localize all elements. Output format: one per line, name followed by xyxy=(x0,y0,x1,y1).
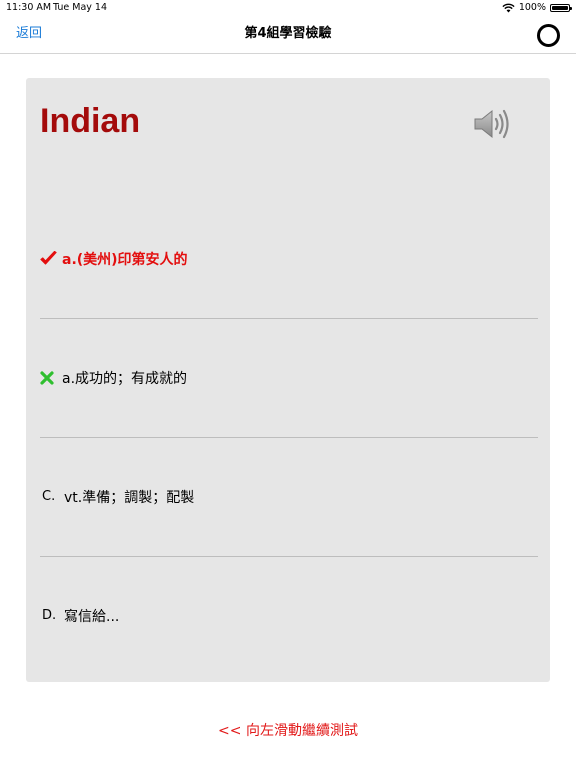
status-right: 100% xyxy=(502,0,572,16)
option-text: 寫信給... xyxy=(64,608,120,625)
navigation-bar: 返回 第4組學習檢驗 xyxy=(0,16,576,54)
option-d[interactable]: D. 寫信給... xyxy=(40,556,538,675)
wifi-icon xyxy=(502,3,515,13)
page-title: 第4組學習檢驗 xyxy=(244,26,332,41)
quiz-word: Indian xyxy=(40,102,141,140)
option-b-wrong[interactable]: a.成功的；有成就的 xyxy=(40,318,538,438)
option-text: vt.準備；調製；配製 xyxy=(64,489,195,506)
checkmark-icon xyxy=(40,251,62,266)
status-bar: 11:30 AM Tue May 14 100% xyxy=(0,0,576,16)
option-letter: C. xyxy=(42,489,56,504)
swipe-hint[interactable]: << 向左滑動繼續測試 xyxy=(0,720,576,740)
cross-icon xyxy=(40,370,62,385)
battery-percent: 100% xyxy=(518,2,546,13)
option-letter: D. xyxy=(42,608,57,623)
option-text: a.成功的；有成就的 xyxy=(62,370,188,387)
option-a-correct[interactable]: a.(美州)印第安人的 xyxy=(40,199,538,319)
option-c[interactable]: C. vt.準備；調製；配製 xyxy=(40,437,538,557)
speaker-icon[interactable] xyxy=(473,108,513,140)
battery-icon xyxy=(550,4,572,12)
quiz-card: Indian a.(美州)印第安人的 a.成功的；有成就的 C. vt.準備；調… xyxy=(26,78,550,682)
battery-fill xyxy=(552,6,568,10)
circle-icon[interactable] xyxy=(537,24,560,47)
status-date: Tue May 14 xyxy=(53,2,107,13)
status-time: 11:30 AM xyxy=(6,2,52,13)
option-text: a.(美州)印第安人的 xyxy=(62,251,188,268)
